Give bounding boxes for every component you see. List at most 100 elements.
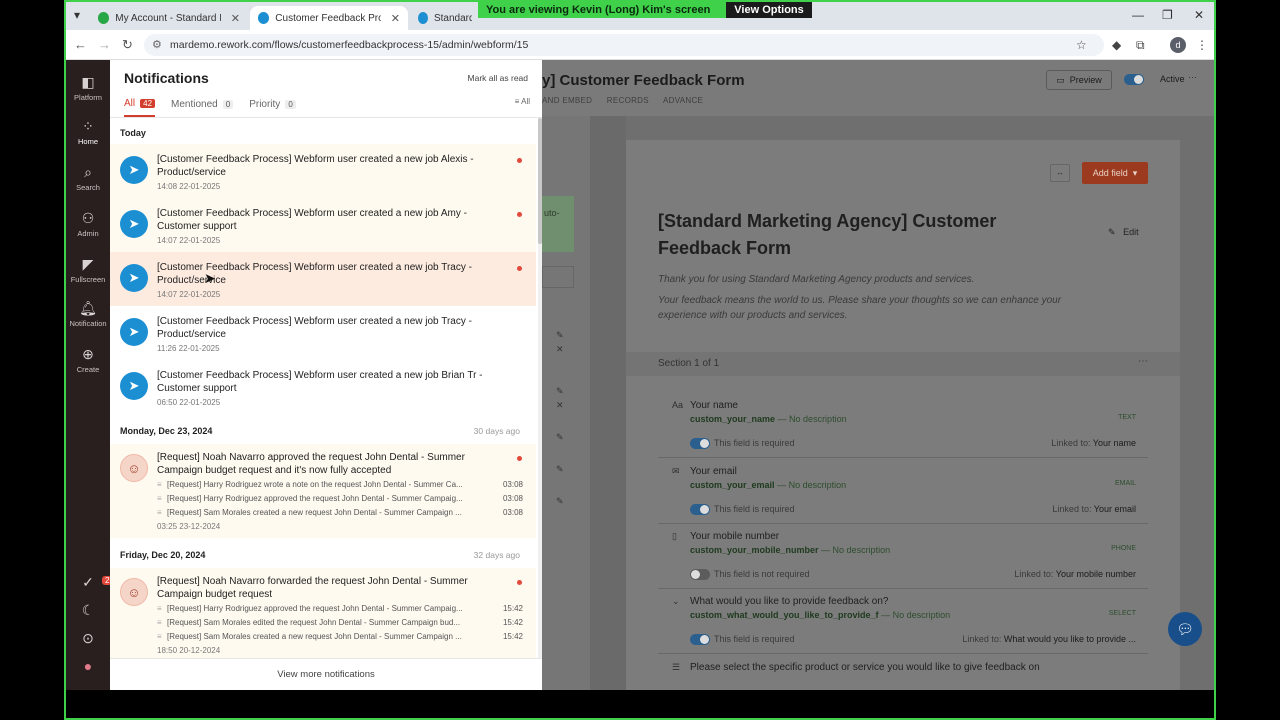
tab-and-embed[interactable]: AND EMBED bbox=[542, 96, 592, 105]
url-input[interactable]: ⚙ mardemo.rework.com/flows/customerfeedb… bbox=[144, 34, 1104, 56]
extensions-icon[interactable]: ⧉ bbox=[1136, 38, 1145, 53]
edit-pencil-icon[interactable]: ✎ bbox=[556, 330, 564, 341]
sub-notification[interactable]: ≡ [Request] Sam Morales created a new req… bbox=[157, 508, 523, 517]
filter-icon: ≡ bbox=[514, 97, 520, 106]
sidebar-item-search[interactable]: ⌕ Search bbox=[66, 164, 110, 192]
field-type: TEXT bbox=[1118, 414, 1136, 421]
required-toggle[interactable] bbox=[690, 634, 710, 645]
notification-text: [Request] Noah Navarro approved the requ… bbox=[157, 452, 465, 476]
chat-support-button[interactable]: 💬︎ bbox=[1168, 612, 1202, 646]
notification-item[interactable]: ➤ [Customer Feedback Process] Webform us… bbox=[110, 198, 536, 252]
preview-button[interactable]: ▭ Preview bbox=[1046, 70, 1112, 90]
more-icon[interactable]: ⋯ bbox=[1188, 72, 1197, 83]
notification-item[interactable]: ➤ [Customer Feedback Process] Webform us… bbox=[110, 360, 536, 414]
edit-pencil-icon[interactable]: ✎ bbox=[556, 464, 564, 475]
edit-pencil-icon[interactable]: ✎ bbox=[556, 432, 564, 443]
screen-bottom-bar bbox=[66, 690, 1214, 718]
minimize-icon[interactable]: — bbox=[1132, 8, 1144, 22]
notification-text: [Customer Feedback Process] Webform user… bbox=[157, 316, 472, 340]
view-more-notifications-link[interactable]: View more notifications bbox=[110, 658, 542, 690]
notification-item[interactable]: ☺ [Request] Noah Navarro forwarded the r… bbox=[110, 568, 536, 658]
close-icon[interactable]: ✕ bbox=[231, 12, 240, 25]
extension-pin-icon[interactable]: ◆ bbox=[1112, 38, 1121, 52]
field-product-service[interactable]: ☰ Please select the specific product or … bbox=[658, 660, 1148, 690]
notification-tabs: All 42 Mentioned 0 Priority 0 bbox=[124, 98, 312, 117]
edit-button[interactable]: ✎ Edit bbox=[1108, 227, 1139, 238]
forward-icon[interactable]: → bbox=[98, 37, 111, 52]
add-field-button[interactable]: Add field ▾ bbox=[1082, 162, 1148, 184]
fullscreen-icon: ◤ bbox=[82, 256, 94, 272]
sub-time: 15:42 bbox=[502, 604, 523, 613]
left-input[interactable] bbox=[542, 266, 574, 288]
field-feedback-on[interactable]: ⌄ What would you like to provide feedbac… bbox=[658, 594, 1148, 654]
auto-card: uto- bbox=[542, 196, 574, 252]
required-toggle[interactable] bbox=[690, 438, 710, 449]
sidebar-item-label: Notification bbox=[69, 319, 107, 328]
maximize-icon[interactable]: ❐ bbox=[1162, 8, 1173, 22]
notification-item[interactable]: ☺ [Request] Noah Navarro approved the re… bbox=[110, 444, 536, 538]
sub-notification[interactable]: ≡ [Request] Harry Rodriguez approved the … bbox=[157, 494, 523, 503]
notification-item[interactable]: ➤ [Customer Feedback Process] Webform us… bbox=[110, 306, 536, 360]
field-desc: — No description bbox=[881, 610, 951, 620]
tab-all[interactable]: All 42 bbox=[124, 98, 156, 117]
tab-advance[interactable]: ADVANCE bbox=[663, 96, 703, 105]
field-type: SELECT bbox=[1108, 610, 1136, 617]
sidebar-item-home[interactable]: ⁘ Home bbox=[66, 118, 110, 146]
sidebar-item-platform[interactable]: ◧ Platform bbox=[66, 74, 110, 102]
window-close-icon[interactable]: ✕ bbox=[1194, 8, 1204, 22]
preview-icon: ▭ bbox=[1056, 74, 1065, 85]
field-your-name[interactable]: Aa Your name custom_your_name — No descr… bbox=[658, 398, 1148, 458]
tab-mentioned[interactable]: Mentioned 0 bbox=[171, 98, 234, 117]
drag-handle-icon[interactable]: ↔ bbox=[1050, 164, 1070, 182]
url-text: mardemo.rework.com/flows/customerfeedbac… bbox=[170, 39, 529, 51]
site-info-icon[interactable]: ⚙ bbox=[152, 38, 162, 51]
active-toggle[interactable] bbox=[1124, 74, 1144, 85]
notification-time: 11:26 22-01-2025 bbox=[157, 344, 220, 353]
sidebar-item-notification[interactable]: 🔔︎ Notification bbox=[66, 300, 110, 328]
close-icon[interactable]: ✕ bbox=[556, 344, 564, 355]
sub-notification[interactable]: ≡ [Request] Harry Rodriguez wrote a note … bbox=[157, 480, 523, 489]
notification-item[interactable]: ➤ [Customer Feedback Process] Webform us… bbox=[110, 144, 536, 198]
sidebar-user-avatar[interactable]: ● bbox=[66, 658, 110, 676]
notifications-scrollbar[interactable] bbox=[538, 118, 542, 658]
tab-standard[interactable]: Standard M bbox=[410, 6, 480, 30]
unread-dot bbox=[517, 266, 522, 271]
edit-pencil-icon[interactable]: ✎ bbox=[556, 496, 564, 507]
sub-notification[interactable]: ≡ [Request] Harry Rodriguez approved the … bbox=[157, 604, 523, 613]
required-toggle[interactable] bbox=[690, 569, 710, 580]
bookmark-star-icon[interactable]: ☆ bbox=[1076, 38, 1087, 52]
filter-button[interactable]: ≡ All bbox=[515, 97, 530, 106]
mark-all-read-button[interactable]: Mark all as read bbox=[468, 73, 528, 83]
sidebar-item-fullscreen[interactable]: ◤ Fullscreen bbox=[66, 256, 110, 284]
sub-text: [Request] Harry Rodriguez approved the r… bbox=[167, 604, 463, 613]
sidebar-dark-mode[interactable]: ☾ bbox=[66, 602, 110, 621]
edit-pencil-icon[interactable]: ✎ bbox=[556, 386, 564, 397]
profile-avatar[interactable]: d bbox=[1170, 37, 1186, 53]
required-toggle[interactable] bbox=[690, 504, 710, 515]
more-icon[interactable]: ⋯ bbox=[1138, 356, 1148, 367]
field-your-email[interactable]: ✉ Your email custom_your_email — No desc… bbox=[658, 464, 1148, 524]
bullet-icon: ≡ bbox=[157, 632, 162, 641]
tab-list-icon[interactable]: ▾ bbox=[74, 8, 80, 22]
reload-icon[interactable]: ↻ bbox=[122, 37, 133, 53]
notification-text: [Customer Feedback Process] Webform user… bbox=[157, 208, 467, 232]
sidebar-item-create[interactable]: ⊕ Create bbox=[66, 346, 110, 374]
field-your-mobile-number[interactable]: ▯ Your mobile number custom_your_mobile_… bbox=[658, 529, 1148, 589]
tab-my-account[interactable]: My Account - Standard Marke ✕ bbox=[90, 6, 248, 30]
notification-time: 03:25 23-12-2024 bbox=[157, 522, 221, 531]
notification-text: [Customer Feedback Process] Webform user… bbox=[157, 154, 474, 178]
sub-notification[interactable]: ≡ [Request] Sam Morales created a new req… bbox=[157, 632, 523, 641]
sub-notification[interactable]: ≡ [Request] Sam Morales edited the reques… bbox=[157, 618, 523, 627]
sidebar-item-admin[interactable]: ⚇ Admin bbox=[66, 210, 110, 238]
menu-kebab-icon[interactable]: ⋮ bbox=[1196, 38, 1208, 52]
back-icon[interactable]: ← bbox=[74, 37, 87, 52]
close-icon[interactable]: ✕ bbox=[556, 400, 564, 411]
view-options-button[interactable]: View Options bbox=[726, 2, 812, 18]
close-icon[interactable]: ✕ bbox=[391, 12, 400, 25]
tab-records[interactable]: RECORDS bbox=[607, 96, 649, 105]
tab-customer-feedback[interactable]: Customer Feedback Process - V ✕ bbox=[250, 6, 408, 30]
tab-priority[interactable]: Priority 0 bbox=[249, 98, 296, 117]
sidebar-help[interactable]: ⊙ bbox=[66, 630, 110, 649]
scrollbar-thumb[interactable] bbox=[538, 118, 542, 244]
notification-item[interactable]: ➤ [Customer Feedback Process] Webform us… bbox=[110, 252, 536, 306]
